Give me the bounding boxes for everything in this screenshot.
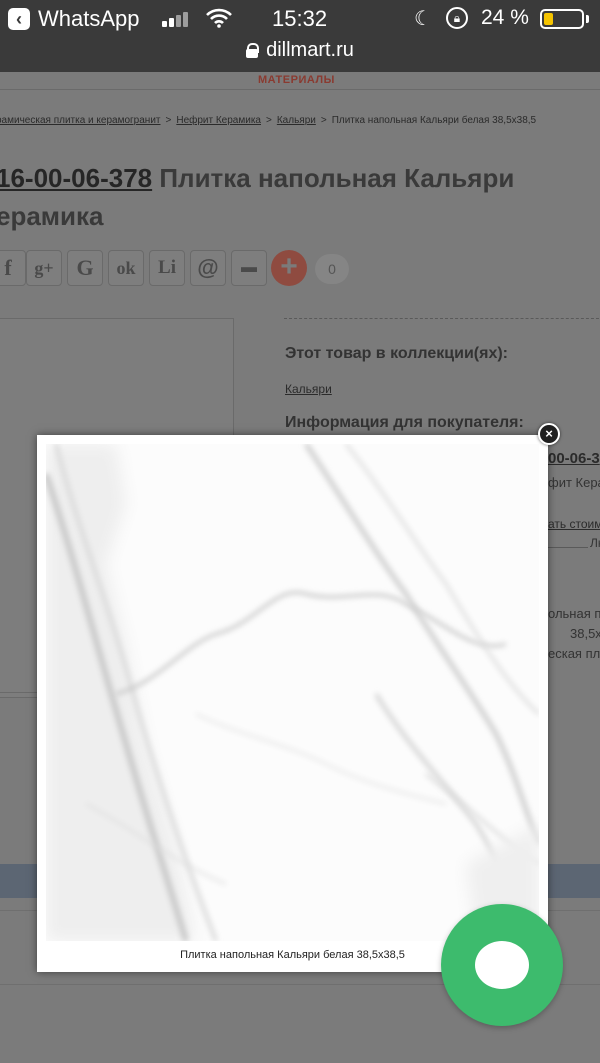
product-title: Плитка напольная Кальяри — [159, 163, 515, 193]
marble-tile-image[interactable] — [46, 444, 539, 941]
side-text: Лк — [590, 536, 600, 550]
linkedin-icon[interactable]: Li — [149, 250, 185, 286]
side-text: 38,5х — [570, 626, 600, 641]
google-plus-icon[interactable]: g+ — [26, 250, 62, 286]
odnoklassniki-icon[interactable]: ok — [108, 250, 144, 286]
chat-widget-button[interactable] — [441, 904, 563, 1026]
collection-heading: Этот товар в коллекции(ях): — [285, 345, 509, 362]
breadcrumb: рамическая плитка и керамогранит > Нефрит … — [0, 115, 536, 126]
page-title: 16-00-06-378 Плитка напольная Кальяри — [0, 158, 514, 198]
moon-icon: ☾ — [414, 8, 432, 30]
price-link[interactable]: ать стоим — [548, 517, 600, 531]
email-icon[interactable]: @ — [190, 250, 226, 286]
side-text: еская пл — [548, 646, 600, 661]
marble-texture — [46, 444, 539, 941]
breadcrumb-item[interactable]: Нефрит Керамика — [176, 115, 261, 126]
divider — [548, 547, 588, 548]
facebook-icon[interactable]: f — [0, 250, 26, 286]
google-icon[interactable]: G — [67, 250, 103, 286]
battery-icon — [540, 9, 584, 29]
signal-icon — [162, 11, 194, 27]
back-arrow-icon[interactable]: ‹ — [8, 8, 30, 30]
close-icon[interactable]: × — [538, 423, 560, 445]
lock-icon — [246, 43, 260, 58]
clock: 15:32 — [272, 6, 328, 31]
image-lightbox: Плитка напольная Кальяри белая 38,5x38,5 — [37, 435, 548, 972]
side-brand: фит Кера — [548, 475, 600, 490]
breadcrumb-separator: > — [165, 115, 172, 126]
menu-item-materials[interactable]: МАТЕРИАЛЫ — [258, 74, 335, 86]
share-count: 0 — [315, 254, 349, 284]
add-share-icon[interactable]: + — [271, 250, 307, 286]
rotation-lock-icon: 🔒︎ — [446, 7, 468, 29]
breadcrumb-current: Плитка напольная Кальяри белая 38,5x38,5 — [331, 115, 537, 126]
url-text[interactable]: dillmart.ru — [266, 39, 354, 61]
status-bar: ‹ WhatsApp 15:32 ☾ 🔒︎ 24 % — [0, 0, 600, 36]
breadcrumb-item[interactable]: Кальяри — [277, 115, 316, 126]
breadcrumb-separator: > — [320, 115, 327, 126]
divider — [0, 692, 40, 693]
back-app-label[interactable]: WhatsApp — [38, 6, 140, 32]
buyer-info-heading: Информация для покупателя: — [285, 414, 524, 431]
product-code[interactable]: 16-00-06-378 — [0, 163, 152, 193]
divider — [284, 318, 600, 319]
wifi-icon — [206, 8, 232, 28]
side-text: ольная пл — [548, 606, 600, 621]
battery-percent: 24 % — [481, 6, 529, 29]
side-product-code[interactable]: 00-06-3 — [548, 450, 600, 467]
breadcrumb-separator: > — [266, 115, 272, 126]
battery-level — [544, 13, 553, 25]
print-icon[interactable]: ▬ — [231, 250, 267, 286]
chat-bubble-tail — [511, 971, 527, 987]
url-bar[interactable]: dillmart.ru — [0, 36, 600, 72]
breadcrumb-item[interactable]: рамическая плитка и керамогранит — [0, 115, 161, 126]
menu-divider — [0, 89, 600, 90]
battery-tip — [586, 15, 589, 23]
collection-link[interactable]: Кальяри — [285, 382, 332, 396]
page-title-line2: ерамика — [0, 201, 104, 231]
